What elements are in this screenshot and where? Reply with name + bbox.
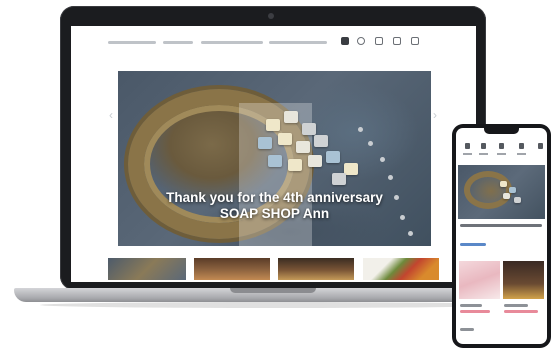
phone-hero-banner[interactable] xyxy=(458,165,545,219)
hero-image-soap xyxy=(268,155,282,167)
hero-image-bead xyxy=(388,175,393,180)
nav-icon[interactable] xyxy=(465,143,470,149)
product-price-placeholder xyxy=(460,310,490,313)
product-name-placeholder xyxy=(504,304,528,307)
hero-image-soap xyxy=(288,159,302,171)
hero-image-soap xyxy=(509,187,516,193)
hero-caption-line2: SOAP SHOP Ann xyxy=(219,206,330,221)
hero-image-soap xyxy=(258,137,272,149)
heart-icon[interactable] xyxy=(393,37,401,45)
hero-banner[interactable]: Thank you for the 4th anniversary SOAP S… xyxy=(118,71,431,246)
hero-image-soap xyxy=(500,181,507,187)
nav-link-placeholder[interactable] xyxy=(269,41,327,44)
phone-notch xyxy=(484,128,519,134)
laptop-opening-notch xyxy=(230,288,316,293)
hero-image-soap xyxy=(302,123,316,135)
hero-image-soap xyxy=(278,133,292,145)
nav-link-placeholder[interactable] xyxy=(163,41,193,44)
phone-section-title-placeholder[interactable] xyxy=(460,243,486,246)
nav-label-placeholder xyxy=(479,153,488,155)
carousel-next-arrow-icon[interactable]: › xyxy=(433,108,437,122)
thumbnail[interactable] xyxy=(278,258,354,280)
phone-screen xyxy=(456,128,547,344)
hero-image-soap xyxy=(266,119,280,131)
hero-image-soap xyxy=(332,173,346,185)
carousel-prev-arrow-icon[interactable]: ‹ xyxy=(109,108,113,122)
thumbnail[interactable] xyxy=(194,258,270,280)
hero-image-bead xyxy=(358,127,363,132)
footer-text-placeholder xyxy=(460,328,474,331)
phone-caption-placeholder xyxy=(460,224,542,227)
thumbnail[interactable] xyxy=(108,258,186,280)
hero-image-soap xyxy=(326,151,340,163)
thumbnail[interactable] xyxy=(363,258,439,280)
nav-icon[interactable] xyxy=(519,143,524,149)
search-icon[interactable] xyxy=(357,37,365,45)
hero-image-bead xyxy=(408,231,413,236)
cart-icon[interactable] xyxy=(411,37,419,45)
hero-image-soap xyxy=(284,111,298,123)
nav-label-placeholder xyxy=(497,153,506,155)
hero-image-soap xyxy=(514,197,521,203)
nav-icon[interactable] xyxy=(538,143,543,149)
hero-image-soap xyxy=(344,163,358,175)
hero-image-soap xyxy=(503,193,510,199)
hero-image-soap xyxy=(308,155,322,167)
hero-caption-line1: Thank you for the 4th anniversary xyxy=(166,190,383,205)
hero-image-bead xyxy=(368,141,373,146)
hero-image-bead xyxy=(380,157,385,162)
laptop-screen: Thank you for the 4th anniversary SOAP S… xyxy=(71,26,476,282)
hero-image-nest xyxy=(464,171,512,209)
product-name-placeholder xyxy=(460,304,482,307)
nav-label-placeholder xyxy=(463,153,472,155)
hero-image-soap xyxy=(314,135,328,147)
product-card-image[interactable] xyxy=(459,261,500,299)
nav-label-placeholder xyxy=(517,153,526,155)
nav-icon[interactable] xyxy=(481,143,486,149)
product-card-image[interactable] xyxy=(503,261,544,299)
product-price-placeholder xyxy=(504,310,538,313)
nav-icon[interactable] xyxy=(499,143,504,149)
hero-image-soap xyxy=(296,141,310,153)
user-icon[interactable] xyxy=(375,37,383,45)
menu-icon[interactable] xyxy=(341,37,349,45)
laptop-shadow xyxy=(40,302,510,308)
nav-link-placeholder[interactable] xyxy=(201,41,263,44)
hero-caption: Thank you for the 4th anniversary SOAP S… xyxy=(118,190,431,222)
site-logo-placeholder[interactable] xyxy=(108,41,156,44)
webcam-icon xyxy=(268,13,274,19)
